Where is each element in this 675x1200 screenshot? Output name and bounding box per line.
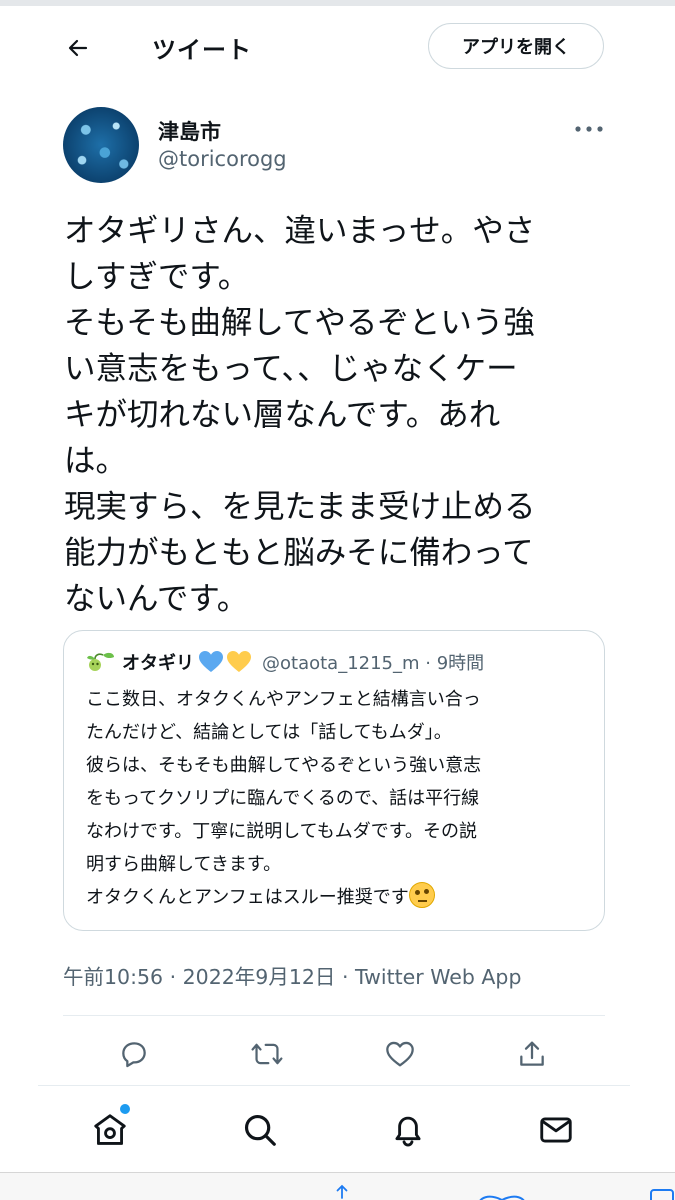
header-bar: ツイート アプリを開く [0,6,675,86]
bottom-navigation [0,1092,675,1168]
home-icon [94,1114,126,1145]
tweet-actions [0,1030,675,1078]
share-button[interactable] [512,1034,552,1074]
nav-messages[interactable] [534,1108,578,1152]
retweet-button[interactable] [247,1034,287,1074]
open-app-button[interactable]: アプリを開く [428,23,604,69]
browser-toolbar [0,1173,675,1200]
browser-share-icon[interactable] [330,1183,354,1200]
notifications-icon [395,1116,421,1147]
quote-tweet-card[interactable]: オタギリ @otaota_1215_m · 9時間 ここ数日、オタクくんやアンフ… [63,630,605,931]
back-button[interactable] [60,30,96,66]
avatar[interactable] [63,107,139,183]
back-arrow-icon [68,39,88,57]
rolling-eyes-emoji-icon [408,882,435,908]
sprout-icon [87,652,114,671]
messages-icon [540,1117,572,1143]
quote-handle-time: @otaota_1215_m · 9時間 [262,653,485,674]
quote-text: ここ数日、オタクくんやアンフェと結構言い合っ たんだけど、結論としては「話しても… [86,689,482,908]
retweet-icon [251,1043,283,1065]
nav-notifications[interactable] [386,1108,430,1152]
more-options-button[interactable] [572,116,606,142]
blue-heart-icon [199,651,223,672]
nav-search[interactable] [238,1108,282,1152]
author-handle[interactable]: @toricorogg [158,147,287,171]
tweet-timestamp[interactable]: 午前10:56 · 2022年9月12日 · Twitter Web App [63,960,521,990]
divider [63,1015,605,1016]
browser-bookmarks-icon[interactable] [474,1188,530,1200]
like-icon [386,1041,414,1067]
like-button[interactable] [380,1034,420,1074]
reply-icon [122,1042,146,1068]
quote-header: オタギリ @otaota_1215_m · 9時間 [86,649,484,675]
share-icon [520,1041,544,1066]
browser-tabs-icon[interactable] [648,1187,675,1200]
tweet-text: オタギリさん、違いまっせ。やさ しすぎです。 そもそも曲解してやるぞという強 い… [64,213,536,617]
quote-text-block: ここ数日、オタクくんやアンフェと結構言い合っ たんだけど、結論としては「話しても… [86,683,591,914]
search-icon [244,1114,276,1146]
notification-dot [119,1103,131,1115]
more-dots-icon [575,126,603,132]
page-title: ツイート [152,36,252,64]
quote-author-name: オタギリ [122,653,194,674]
yellow-heart-icon [227,651,251,672]
reply-button[interactable] [114,1034,154,1074]
author-display-name[interactable]: 津島市 [158,116,221,146]
divider [38,1085,630,1086]
